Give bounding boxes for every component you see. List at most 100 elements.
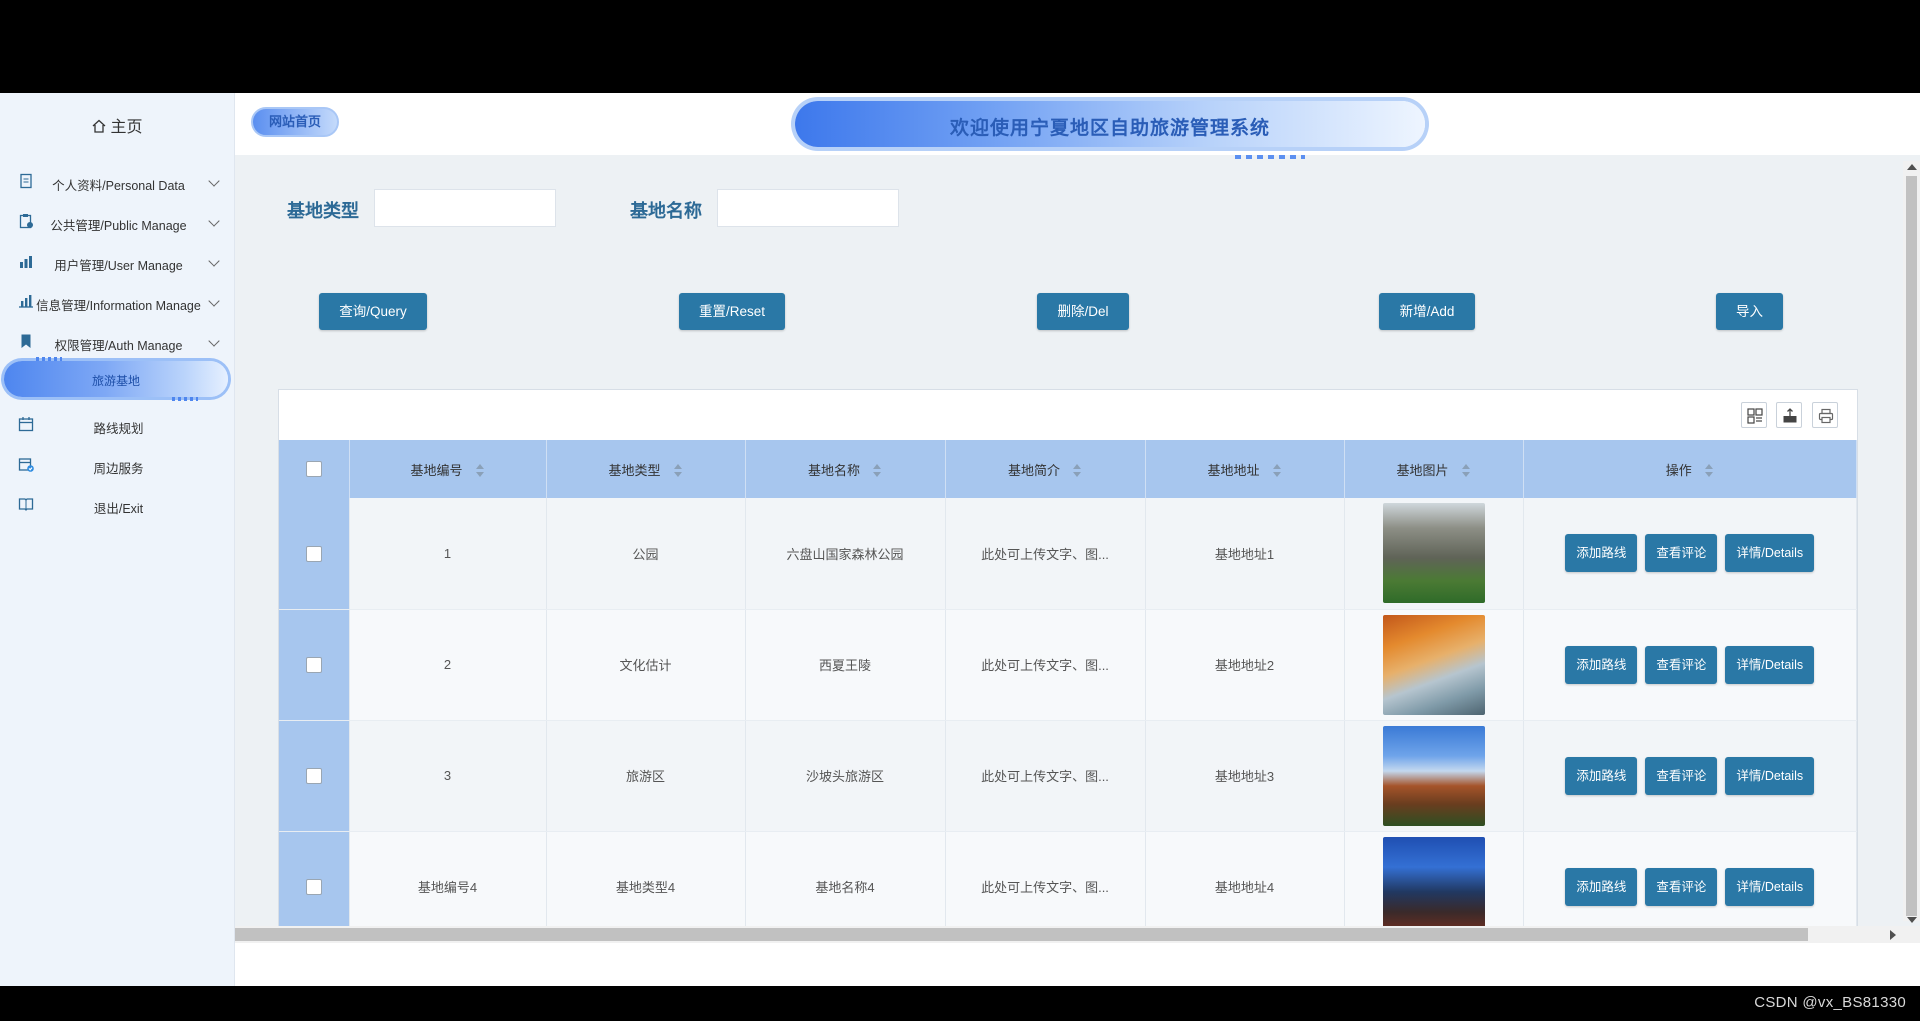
sort-icon[interactable] (1461, 464, 1471, 478)
details-button[interactable]: 详情/Details (1725, 867, 1815, 906)
row-select-cell[interactable] (279, 720, 350, 832)
add-route-button[interactable]: 添加路线 (1565, 756, 1638, 795)
column-header-type[interactable]: 基地类型 (546, 440, 746, 498)
horizontal-scrollbar[interactable] (235, 926, 1920, 943)
row-checkbox[interactable] (305, 878, 322, 895)
reset-button[interactable]: 重置/Reset (679, 293, 785, 330)
select-all-checkbox[interactable] (305, 461, 322, 478)
column-toggle-button[interactable] (1741, 402, 1767, 428)
sidebar: 主页 个人资料/Personal Data 公共管理/Public Manage… (0, 93, 235, 986)
column-header-id[interactable]: 基地编号 (349, 440, 547, 498)
decorative-dots (172, 397, 198, 401)
select-all-cell[interactable] (279, 440, 350, 498)
details-button[interactable]: 详情/Details (1725, 534, 1815, 573)
sidebar-item-information-manage[interactable]: 信息管理/Information Manage (0, 283, 235, 323)
sidebar-item-label: 用户管理/User Manage (54, 259, 183, 273)
sidebar-item-public-manage[interactable]: 公共管理/Public Manage (0, 203, 235, 243)
print-icon (1818, 408, 1834, 424)
print-button[interactable] (1812, 402, 1838, 428)
cell-image (1344, 498, 1524, 610)
scroll-up-arrow-icon[interactable] (1907, 164, 1917, 170)
cell-type: 公园 (546, 498, 746, 610)
export-icon (1783, 408, 1797, 423)
sidebar-item-label: 信息管理/Information Manage (36, 299, 201, 313)
cell-type: 旅游区 (546, 720, 746, 832)
base-type-input[interactable] (374, 189, 556, 227)
cell-image (1344, 609, 1524, 721)
cell-name: 六盘山国家森林公园 (745, 498, 946, 610)
base-image-thumbnail[interactable] (1382, 836, 1485, 937)
base-type-label: 基地类型 (287, 201, 359, 221)
row-checkbox[interactable] (305, 545, 322, 562)
sidebar-item-label: 个人资料/Personal Data (52, 179, 185, 193)
cell-name: 西夏王陵 (745, 609, 946, 721)
export-button[interactable] (1776, 402, 1802, 428)
row-checkbox[interactable] (305, 767, 322, 784)
column-header-address[interactable]: 基地地址 (1145, 440, 1345, 498)
column-header-actions[interactable]: 操作 (1523, 440, 1857, 498)
sort-icon[interactable] (673, 464, 683, 478)
cell-intro: 此处可上传文字、图... (945, 498, 1146, 610)
top-black-bar (0, 0, 1920, 93)
sort-icon[interactable] (1704, 464, 1714, 478)
sidebar-item-label: 权限管理/Auth Manage (54, 339, 183, 353)
table-header-row: 基地编号 基地类型 基地名称 基地简介 基地地址 基地图片 操作 (279, 440, 1857, 498)
scroll-down-arrow-icon[interactable] (1907, 917, 1917, 923)
sidebar-item-label: 公共管理/Public Manage (50, 219, 187, 233)
cell-name: 沙坡头旅游区 (745, 720, 946, 832)
tourism-base-table: 基地编号 基地类型 基地名称 基地简介 基地地址 基地图片 操作 1 公园 六盘… (279, 440, 1857, 943)
cell-id: 2 (349, 609, 547, 721)
cell-address: 基地地址2 (1145, 609, 1345, 721)
view-comments-button[interactable]: 查看评论 (1645, 534, 1718, 573)
view-comments-button[interactable]: 查看评论 (1645, 756, 1718, 795)
decorative-dots (36, 357, 62, 361)
details-button[interactable]: 详情/Details (1725, 756, 1815, 795)
sidebar-item-user-manage[interactable]: 用户管理/User Manage (0, 243, 235, 283)
horizontal-scroll-thumb[interactable] (235, 928, 1808, 941)
delete-button[interactable]: 删除/Del (1037, 293, 1129, 330)
cell-type: 文化估计 (546, 609, 746, 721)
row-checkbox[interactable] (305, 656, 322, 673)
column-header-name[interactable]: 基地名称 (745, 440, 946, 498)
column-header-image[interactable]: 基地图片 (1344, 440, 1524, 498)
add-route-button[interactable]: 添加路线 (1565, 534, 1638, 573)
sidebar-item-label: 旅游基地 (91, 374, 140, 388)
sort-icon[interactable] (1272, 464, 1282, 478)
table-row: 2 文化估计 西夏王陵 此处可上传文字、图... 基地地址2 添加路线 查看评论详… (279, 609, 1857, 721)
scroll-right-arrow-icon[interactable] (1890, 930, 1896, 940)
row-select-cell[interactable] (279, 609, 350, 721)
base-image-thumbnail[interactable] (1382, 503, 1485, 604)
base-image-thumbnail[interactable] (1382, 614, 1485, 715)
sidebar-item-personal-data[interactable]: 个人资料/Personal Data (0, 163, 235, 203)
bottom-black-bar: CSDN @vx_BS81330 (0, 986, 1920, 1021)
vertical-scroll-thumb[interactable] (1906, 176, 1917, 916)
header: 网站首页 欢迎使用宁夏地区自助旅游管理系统 (235, 93, 1920, 159)
import-button[interactable]: 导入 (1716, 293, 1783, 330)
view-comments-button[interactable]: 查看评论 (1645, 645, 1718, 684)
details-button[interactable]: 详情/Details (1725, 645, 1815, 684)
sidebar-item-tourism-base[interactable]: 旅游基地 (4, 357, 228, 401)
sidebar-home[interactable]: 主页 (0, 113, 235, 137)
sidebar-item-label: 退出/Exit (93, 502, 144, 516)
sidebar-item-exit[interactable]: 退出/Exit (0, 486, 235, 526)
add-button[interactable]: 新增/Add (1379, 293, 1475, 330)
query-button[interactable]: 查询/Query (319, 293, 427, 330)
base-image-thumbnail[interactable] (1382, 725, 1485, 826)
table-row: 3 旅游区 沙坡头旅游区 此处可上传文字、图... 基地地址3 添加路线 查看评论… (279, 720, 1857, 832)
site-home-button[interactable]: 网站首页 (251, 107, 339, 137)
row-select-cell[interactable] (279, 498, 350, 610)
cell-actions: 添加路线 查看评论 详情/Details (1523, 498, 1857, 610)
sort-icon[interactable] (475, 464, 485, 478)
view-comments-button[interactable]: 查看评论 (1645, 867, 1718, 906)
vertical-scrollbar[interactable] (1903, 161, 1920, 923)
sort-icon[interactable] (872, 464, 882, 478)
add-route-button[interactable]: 添加路线 (1565, 867, 1638, 906)
cell-address: 基地地址1 (1145, 498, 1345, 610)
sort-icon[interactable] (1072, 464, 1082, 478)
sidebar-item-nearby-services[interactable]: 周边服务 (0, 446, 235, 486)
sidebar-item-route-planning[interactable]: 路线规划 (0, 406, 235, 446)
sidebar-item-label: 路线规划 (93, 422, 144, 436)
base-name-input[interactable] (717, 189, 899, 227)
add-route-button[interactable]: 添加路线 (1565, 645, 1638, 684)
column-header-intro[interactable]: 基地简介 (945, 440, 1146, 498)
